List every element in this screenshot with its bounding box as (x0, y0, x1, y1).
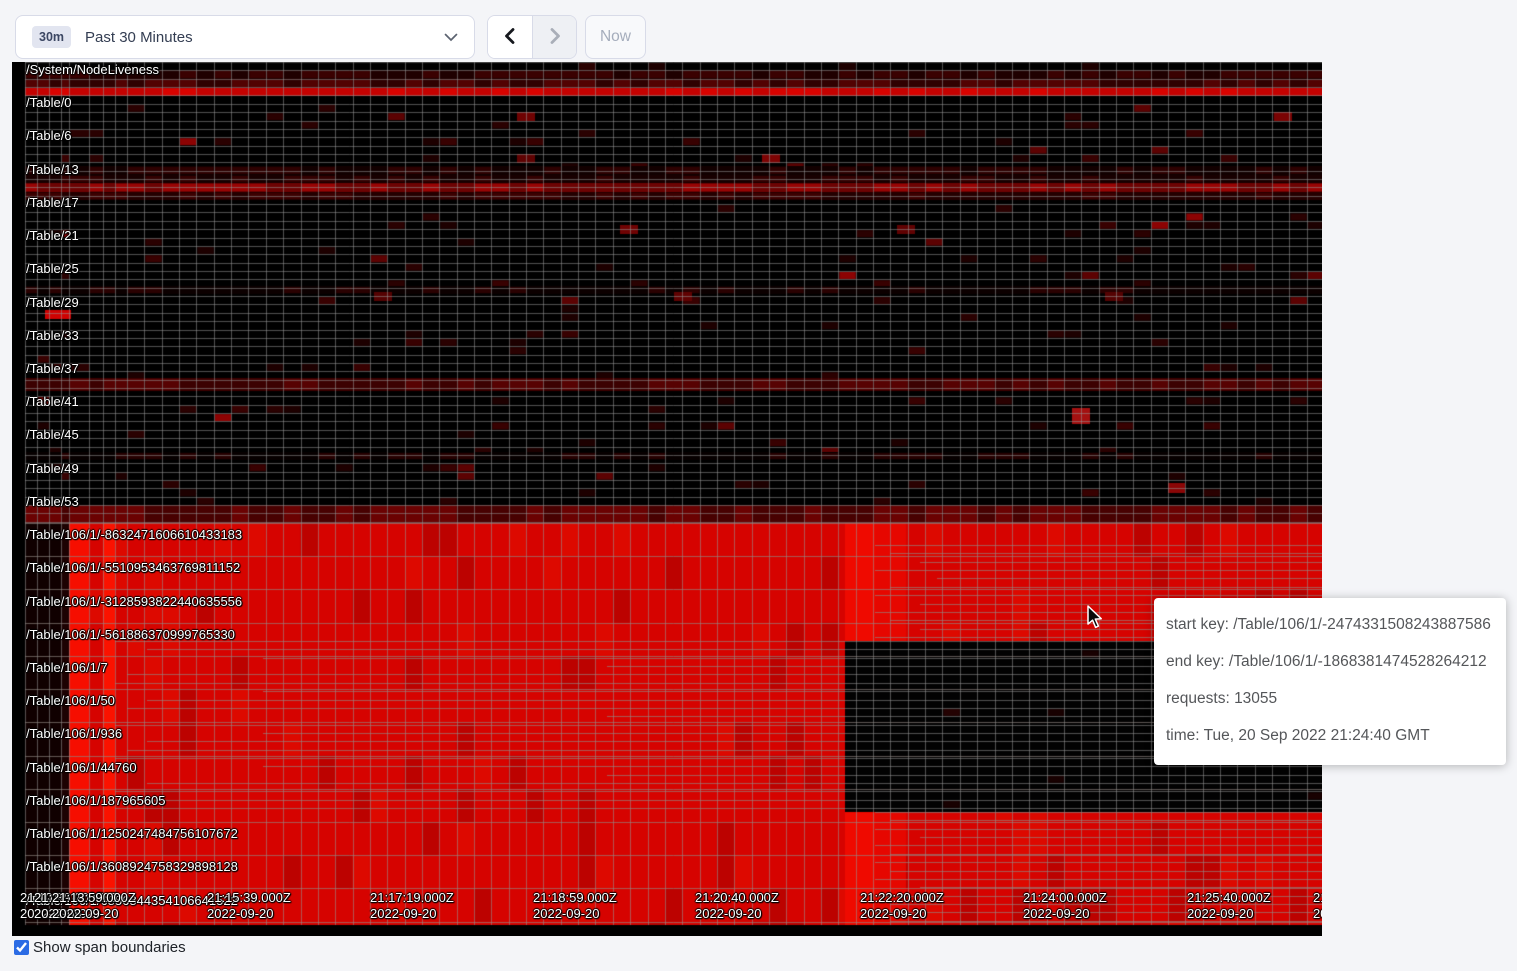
tooltip-requests: requests: 13055 (1166, 680, 1494, 717)
show-span-boundaries-checkbox[interactable] (14, 940, 29, 955)
time-range-select[interactable]: 30m Past 30 Minutes (15, 15, 475, 59)
range-badge: 30m (32, 26, 71, 48)
heatmap-canvas[interactable] (12, 62, 1322, 936)
now-button[interactable]: Now (585, 15, 646, 59)
keyvis-heatmap[interactable]: /System/NodeLiveness/Table/0/Table/6/Tab… (12, 62, 1322, 936)
hover-tooltip: start key: /Table/106/1/-247433150824388… (1154, 598, 1506, 765)
show-span-boundaries-label: Show span boundaries (33, 939, 186, 956)
chevron-down-icon (444, 33, 458, 42)
time-nav-group (487, 15, 577, 59)
back-button[interactable] (488, 16, 532, 58)
span-boundaries-row: Show span boundaries (14, 939, 186, 956)
tooltip-time: time: Tue, 20 Sep 2022 21:24:40 GMT (1166, 717, 1494, 754)
chevron-right-icon (547, 27, 563, 48)
chevron-left-icon (502, 27, 518, 48)
tooltip-end-key: end key: /Table/106/1/-18683814745282642… (1166, 643, 1494, 680)
forward-button[interactable] (532, 16, 576, 58)
range-label: Past 30 Minutes (85, 29, 193, 46)
tooltip-start-key: start key: /Table/106/1/-247433150824388… (1166, 606, 1494, 643)
keyvis-page: 30m Past 30 Minutes Now /System/NodeLive… (0, 0, 1517, 971)
